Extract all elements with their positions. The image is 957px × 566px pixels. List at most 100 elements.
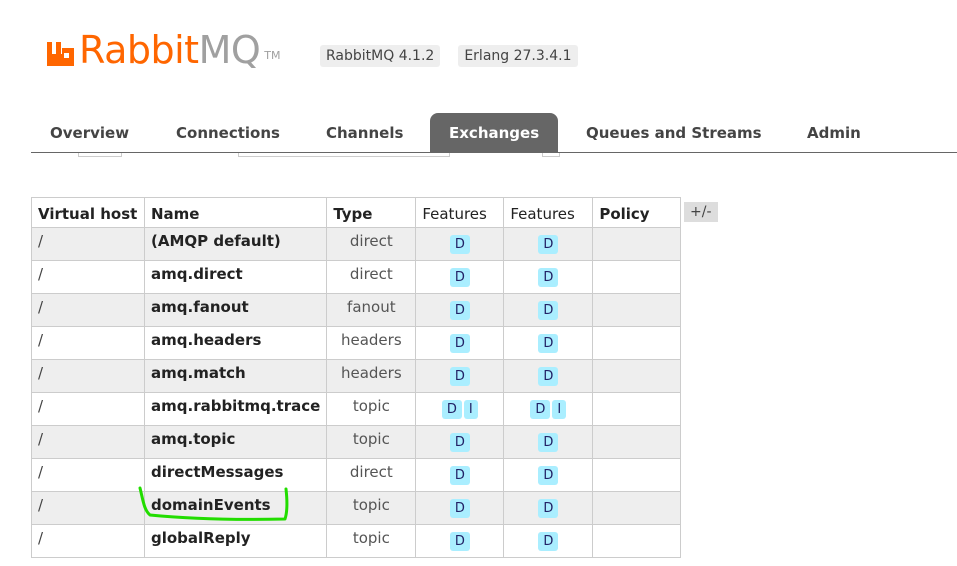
- cell-type: topic: [326, 491, 417, 525]
- tab-channels[interactable]: Channels: [326, 113, 403, 152]
- cell-features: D: [503, 491, 594, 525]
- feature-badge-durable: D: [441, 400, 462, 419]
- feature-badge-internal: I: [463, 400, 478, 419]
- cell-features: D: [503, 524, 594, 558]
- exchange-name-link[interactable]: amq.match: [143, 359, 328, 393]
- feature-badge-durable: D: [449, 499, 470, 518]
- column-header-features: Features: [415, 197, 505, 228]
- column-header-features: Features: [503, 197, 594, 228]
- cell-policy: [592, 359, 682, 393]
- cell-type: direct: [326, 260, 417, 294]
- cell-policy: [592, 392, 682, 426]
- column-header-type[interactable]: Type: [326, 197, 417, 228]
- cell-features: D: [503, 293, 594, 327]
- table-row[interactable]: / amq.fanout fanout D D: [31, 293, 682, 327]
- tab-connections[interactable]: Connections: [176, 113, 280, 152]
- cell-policy: [592, 425, 682, 459]
- tab-overview[interactable]: Overview: [50, 113, 129, 152]
- tab-admin[interactable]: Admin: [807, 113, 861, 152]
- feature-badge-durable: D: [449, 301, 470, 320]
- cell-virtual-host: /: [31, 491, 145, 525]
- hidden-control-fragment: [238, 153, 450, 157]
- cell-virtual-host: /: [31, 359, 145, 393]
- exchange-name-link[interactable]: amq.direct: [143, 260, 328, 294]
- table-row[interactable]: / amq.rabbitmq.trace topic D I D I: [31, 392, 682, 426]
- tab-queues-and-streams[interactable]: Queues and Streams: [586, 113, 762, 152]
- cell-type: direct: [326, 227, 417, 261]
- cell-policy: [592, 227, 682, 261]
- cell-features: D: [415, 227, 505, 261]
- feature-badge-durable: D: [449, 532, 470, 551]
- table-row[interactable]: / domainEvents topic D D: [31, 491, 682, 525]
- cell-policy: [592, 326, 682, 360]
- cell-policy: [592, 491, 682, 525]
- cell-features: D: [415, 491, 505, 525]
- cell-type: headers: [326, 359, 417, 393]
- column-header-policy[interactable]: Policy: [592, 197, 682, 228]
- cell-features: D: [415, 524, 505, 558]
- cell-type: topic: [326, 392, 417, 426]
- exchange-name-link[interactable]: (AMQP default): [143, 227, 328, 261]
- feature-badge-durable: D: [449, 466, 470, 485]
- cell-virtual-host: /: [31, 524, 145, 558]
- hidden-control-fragment: [78, 153, 122, 157]
- cell-features: DI: [503, 392, 594, 426]
- cell-features: D: [415, 326, 505, 360]
- version-info: RabbitMQ 4.1.2 Erlang 27.3.4.1: [320, 45, 578, 67]
- table-row[interactable]: / amq.headers headers D D: [31, 326, 682, 360]
- feature-badge-durable: D: [449, 433, 470, 452]
- cell-features: D: [503, 227, 594, 261]
- table-row[interactable]: / globalReply topic D D: [31, 524, 682, 558]
- cell-features: D: [415, 293, 505, 327]
- feature-badge-internal: I: [552, 400, 567, 419]
- column-header-virtual-host[interactable]: Virtual host: [31, 197, 145, 228]
- exchange-name-link[interactable]: amq.fanout: [143, 293, 328, 327]
- cell-virtual-host: /: [31, 293, 145, 327]
- feature-badge-durable: D: [449, 268, 470, 287]
- table-row[interactable]: / amq.direct direct D D: [31, 260, 682, 294]
- exchange-name-link[interactable]: amq.headers: [143, 326, 328, 360]
- toggle-columns-button[interactable]: +/-: [684, 202, 718, 222]
- cell-features: D: [503, 326, 594, 360]
- feature-badge-durable: D: [538, 334, 559, 353]
- cell-virtual-host: /: [31, 458, 145, 492]
- feature-badge-durable: D: [530, 400, 551, 419]
- table-row[interactable]: / amq.match headers D D: [31, 359, 682, 393]
- tab-exchanges[interactable]: Exchanges: [430, 113, 559, 152]
- hidden-control-fragment: [542, 153, 560, 157]
- exchange-name-link[interactable]: domainEvents: [143, 491, 328, 525]
- feature-badge-durable: D: [538, 466, 559, 485]
- feature-badge-durable: D: [538, 235, 559, 254]
- feature-badge-durable: D: [538, 367, 559, 386]
- table-row[interactable]: / (AMQP default) direct D D: [31, 227, 682, 261]
- cell-policy: [592, 260, 682, 294]
- logo-text-mq: MQ: [198, 28, 261, 72]
- cell-type: direct: [326, 458, 417, 492]
- feature-badge-durable: D: [449, 334, 470, 353]
- cell-policy: [592, 293, 682, 327]
- cell-features: D: [415, 260, 505, 294]
- cell-features: DI: [415, 392, 505, 426]
- table-row[interactable]: / directMessages direct D D: [31, 458, 682, 492]
- exchange-name-link[interactable]: amq.rabbitmq.trace: [143, 392, 328, 426]
- exchange-name-link[interactable]: amq.topic: [143, 425, 328, 459]
- erlang-version-badge: Erlang 27.3.4.1: [458, 45, 578, 67]
- cell-policy: [592, 524, 682, 558]
- feature-badge-durable: D: [538, 499, 559, 518]
- exchange-name-link[interactable]: globalReply: [143, 524, 328, 558]
- cell-type: fanout: [326, 293, 417, 327]
- rabbitmq-logo-icon: [45, 38, 77, 70]
- feature-badge-durable: D: [449, 235, 470, 254]
- exchanges-table-body: / (AMQP default) direct D D / amq.direct direct…: [31, 227, 682, 558]
- table-row[interactable]: / amq.topic topic D D: [31, 425, 682, 459]
- feature-badge-durable: D: [449, 367, 470, 386]
- rabbitmq-logo[interactable]: Rabbit MQ TM: [45, 20, 280, 70]
- column-header-name[interactable]: Name: [143, 197, 328, 228]
- exchange-name-link[interactable]: directMessages: [143, 458, 328, 492]
- cell-features: D: [415, 359, 505, 393]
- exchanges-table: Virtual host Name Type Features Features…: [31, 197, 682, 558]
- cell-virtual-host: /: [31, 392, 145, 426]
- cell-features: D: [503, 425, 594, 459]
- cell-virtual-host: /: [31, 260, 145, 294]
- cell-type: headers: [326, 326, 417, 360]
